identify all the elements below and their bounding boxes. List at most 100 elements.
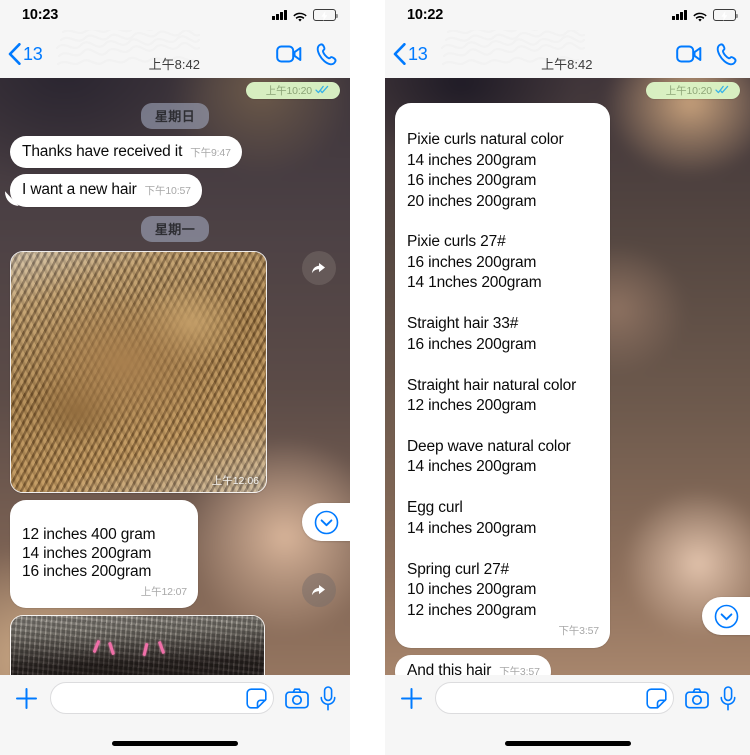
bubble-timestamp: 上午12:07	[140, 586, 187, 599]
camera-icon[interactable]	[685, 687, 709, 709]
voice-call-icon[interactable]	[316, 42, 338, 66]
bubble-text: Thanks have received it	[22, 142, 183, 160]
battery-charging-icon	[713, 9, 739, 21]
message-row	[10, 614, 340, 675]
read-ticks-icon	[315, 85, 329, 94]
chevron-down-circle-icon	[314, 510, 338, 534]
forward-message-button[interactable]	[302, 573, 336, 607]
video-call-icon[interactable]	[676, 45, 702, 63]
bubble-timestamp: 下午10:57	[144, 185, 191, 198]
status-bar: 10:23	[0, 0, 350, 30]
outgoing-bubble-partial[interactable]: 上午10:20	[245, 82, 340, 99]
incoming-bubble[interactable]: I want a new hair 下午10:57	[10, 174, 202, 208]
wifi-icon	[293, 10, 307, 22]
sticker-icon[interactable]	[246, 687, 267, 709]
back-button[interactable]: 13	[393, 43, 428, 65]
bubble-timestamp: 下午9:47	[190, 146, 231, 159]
message-input-bar	[0, 675, 350, 755]
chat-subtitle: 上午8:42	[541, 57, 593, 72]
status-bar: 10:22	[385, 0, 750, 30]
read-ticks-icon	[715, 85, 729, 94]
chat-header: 13 上午8:42	[0, 30, 350, 78]
messages-container: 上午10:20 Pixie curls natural color 14 inc…	[385, 78, 750, 675]
chevron-left-icon	[393, 43, 406, 65]
scroll-to-bottom-button[interactable]	[302, 503, 350, 541]
message-input-field[interactable]	[50, 682, 274, 714]
bubble-timestamp: 上午10:20	[665, 85, 712, 97]
chevron-down-circle-icon	[714, 604, 738, 628]
status-indicators	[672, 9, 739, 22]
plus-icon[interactable]	[14, 686, 39, 711]
message-row: 上午10:20	[10, 82, 340, 99]
home-indicator	[112, 741, 238, 746]
message-row: Pixie curls natural color 14 inches 200g…	[395, 102, 740, 649]
microphone-icon[interactable]	[720, 685, 736, 711]
outgoing-bubble-partial[interactable]: 上午10:20	[645, 82, 740, 99]
contact-title-area[interactable]: 上午8:42	[428, 30, 676, 78]
curly-honey-brown-hair-bundle-photo	[11, 252, 266, 493]
wifi-icon	[693, 10, 707, 22]
message-thread-left[interactable]: 上午10:20 星期日 Thanks have received it 下午9:…	[0, 78, 350, 675]
contact-title-area[interactable]: 上午8:42	[43, 30, 276, 78]
forward-arrow-icon	[311, 584, 325, 595]
status-clock: 10:23	[22, 7, 59, 23]
bubble-timestamp: 下午3:57	[558, 625, 599, 638]
message-input[interactable]	[448, 690, 646, 706]
message-row: I want a new hair 下午10:57	[10, 174, 340, 208]
chevron-left-icon	[8, 43, 21, 65]
header-actions	[676, 42, 738, 66]
message-input-bar	[385, 675, 750, 755]
incoming-catalogue-bubble[interactable]: Pixie curls natural color 14 inches 200g…	[395, 102, 610, 649]
date-separator-row: 星期日	[10, 102, 340, 129]
back-button[interactable]: 13	[8, 43, 43, 65]
photo-message-bubble[interactable]	[10, 614, 265, 675]
message-row: 12 inches 400 gram 14 inches 200gram 16 …	[10, 500, 340, 608]
signal-bars-icon	[272, 10, 287, 20]
chat-subtitle: 上午8:42	[148, 57, 200, 72]
message-row: Thanks have received it 下午9:47	[10, 135, 340, 169]
date-pill: 星期一	[140, 216, 210, 243]
signal-bars-icon	[672, 10, 687, 20]
plus-icon[interactable]	[399, 686, 424, 711]
black-curly-hair-bundles-photo	[11, 615, 264, 675]
messages-container: 上午10:20 星期日 Thanks have received it 下午9:…	[0, 78, 350, 675]
sticker-icon[interactable]	[646, 687, 667, 709]
unread-count: 13	[408, 43, 428, 64]
message-row: 上午10:20	[395, 82, 740, 99]
date-pill: 星期日	[140, 102, 210, 129]
photo-message-bubble[interactable]: 上午12:06	[10, 251, 267, 494]
video-call-icon[interactable]	[276, 45, 302, 63]
status-indicators	[272, 9, 339, 22]
status-clock: 10:22	[407, 7, 444, 23]
message-row: 上午12:06	[10, 251, 340, 494]
bubble-text: And this hair	[407, 662, 492, 675]
scroll-to-bottom-button[interactable]	[702, 597, 750, 635]
photo-timestamp: 上午12:06	[211, 475, 259, 488]
date-separator-row: 星期一	[10, 216, 340, 243]
bubble-text: I want a new hair	[22, 181, 137, 199]
phone-screen-right: 10:22 13 上午8:42 上午10:20 Pixie curls natu…	[385, 0, 750, 755]
forward-message-button[interactable]	[302, 251, 336, 285]
chat-header: 13 上午8:42	[385, 30, 750, 78]
incoming-list-bubble[interactable]: 12 inches 400 gram 14 inches 200gram 16 …	[10, 500, 198, 608]
incoming-bubble[interactable]: And this hair 下午3:57	[395, 655, 551, 675]
bubble-text: 12 inches 400 gram 14 inches 200gram 16 …	[22, 525, 156, 581]
header-actions	[276, 42, 338, 66]
bubble-text: Pixie curls natural color 14 inches 200g…	[407, 131, 577, 619]
message-row: And this hair 下午3:57	[395, 655, 740, 675]
incoming-bubble[interactable]: Thanks have received it 下午9:47	[10, 135, 242, 169]
bubble-timestamp: 下午3:57	[499, 666, 540, 675]
voice-call-icon[interactable]	[716, 42, 738, 66]
phone-screen-left: 10:23 13 上午8:42 上午10:20 星期日 Thanks have …	[0, 0, 350, 755]
camera-icon[interactable]	[285, 687, 309, 709]
message-thread-right[interactable]: 上午10:20 Pixie curls natural color 14 inc…	[385, 78, 750, 675]
battery-charging-icon	[313, 9, 339, 21]
forward-arrow-icon	[311, 262, 325, 273]
microphone-icon[interactable]	[320, 685, 336, 711]
unread-count: 13	[23, 43, 43, 64]
dual-phone-screenshot: 10:23 13 上午8:42 上午10:20 星期日 Thanks have …	[0, 0, 750, 755]
message-input[interactable]	[63, 690, 246, 706]
message-input-field[interactable]	[435, 682, 674, 714]
bubble-timestamp: 上午10:20	[265, 85, 312, 97]
home-indicator	[504, 741, 631, 746]
